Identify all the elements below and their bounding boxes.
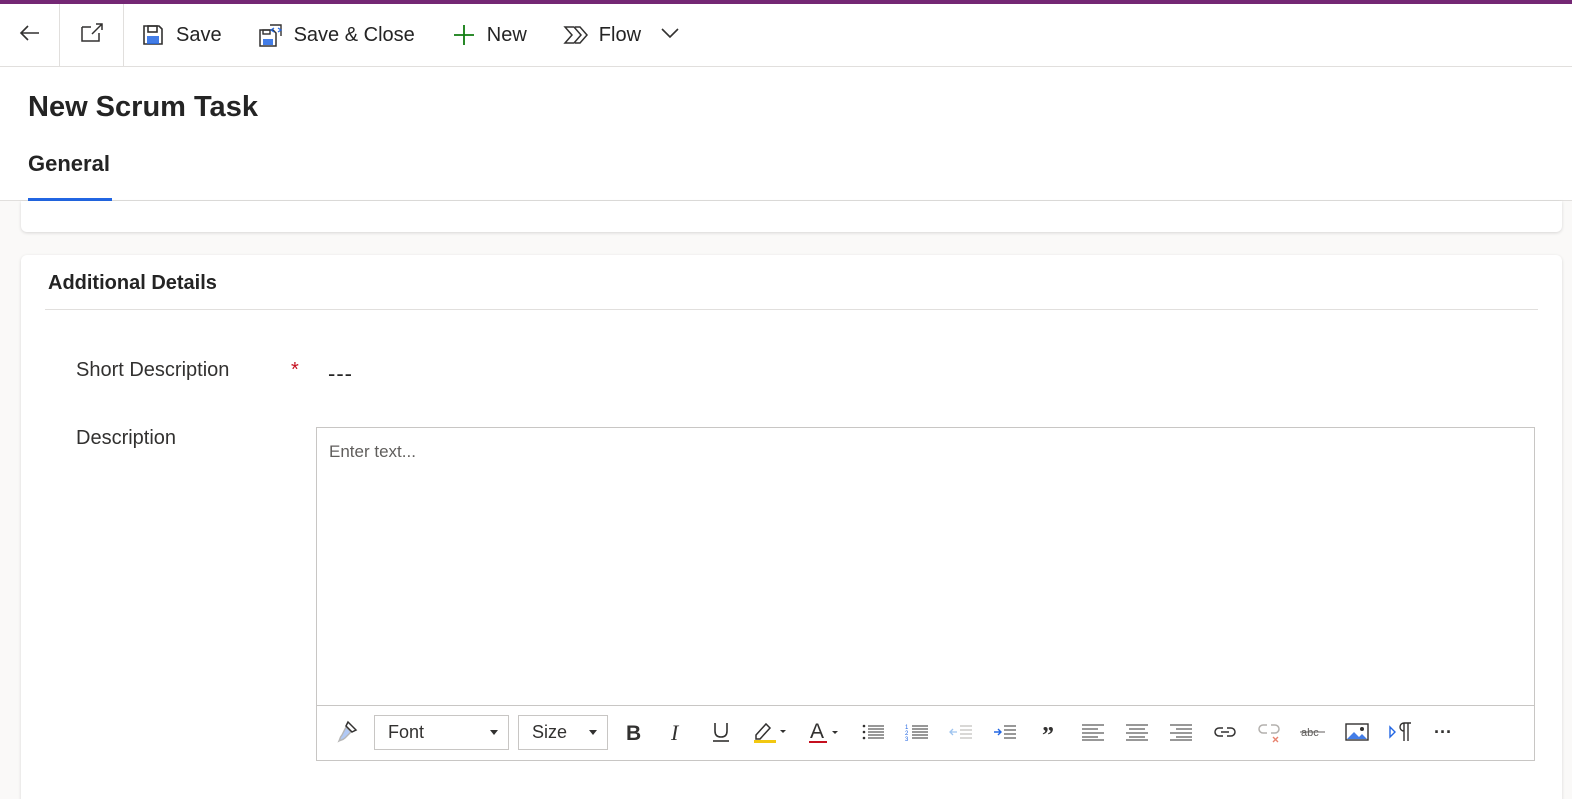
highlighter-icon [752, 720, 788, 744]
save-and-close-label: Save & Close [293, 23, 415, 46]
flow-label: Flow [598, 23, 642, 46]
numbered-list-button[interactable]: 123 [899, 714, 935, 750]
save-label: Save [176, 23, 222, 46]
strikethrough-button[interactable]: abc [1295, 714, 1331, 750]
svg-text:3: 3 [905, 737, 909, 742]
arrow-left-icon [18, 21, 42, 50]
short-description-label: Short Description [76, 359, 230, 381]
form-header: New Scrum Task General [0, 67, 1572, 201]
italic-icon: I [667, 721, 687, 743]
unlink-icon [1256, 720, 1282, 744]
chevron-down-icon [660, 26, 680, 44]
decrease-indent-button[interactable] [943, 714, 979, 750]
new-label: New [486, 23, 527, 46]
align-right-icon [1169, 722, 1193, 742]
align-center-icon [1125, 722, 1149, 742]
short-description-field[interactable]: --- [328, 361, 353, 387]
save-and-close-icon [258, 22, 284, 48]
numbered-list-icon: 123 [905, 722, 929, 742]
additional-details-section: Additional Details Short Description * -… [21, 255, 1562, 799]
bold-button[interactable]: B [615, 714, 651, 750]
svg-text:”: ” [1042, 723, 1054, 741]
page-title: New Scrum Task [28, 91, 258, 123]
strikethrough-icon: abc [1300, 725, 1326, 739]
tab-general[interactable]: General [28, 151, 110, 195]
command-bar: Save Save & Close New Flow [0, 4, 1572, 67]
save-icon [140, 22, 166, 48]
plus-icon [451, 22, 477, 48]
size-select-label: Size [532, 722, 568, 742]
save-and-close-button[interactable]: Save & Close [240, 4, 433, 66]
insert-image-button[interactable] [1339, 714, 1375, 750]
align-right-button[interactable] [1163, 714, 1199, 750]
image-icon [1345, 722, 1369, 742]
previous-section-card [21, 201, 1562, 232]
quote-icon: ” [1040, 723, 1058, 741]
flow-dropdown-button[interactable] [651, 4, 689, 66]
blockquote-button[interactable]: ” [1031, 714, 1067, 750]
text-direction-button[interactable] [1383, 714, 1419, 750]
format-painter-button[interactable] [329, 714, 365, 750]
size-select[interactable]: Size [518, 715, 608, 750]
font-color-button[interactable]: A [804, 714, 846, 750]
align-center-button[interactable] [1119, 714, 1155, 750]
caret-down-icon [589, 730, 597, 735]
description-label: Description [76, 427, 177, 449]
open-in-new-window-icon [79, 21, 105, 50]
required-indicator: * [291, 359, 299, 381]
bullet-list-icon [861, 722, 885, 742]
font-select-label: Font [388, 722, 425, 742]
increase-indent-button[interactable] [987, 714, 1023, 750]
align-left-button[interactable] [1075, 714, 1111, 750]
font-color-icon: A [807, 719, 843, 745]
bullet-list-button[interactable] [855, 714, 891, 750]
insert-link-button[interactable] [1207, 714, 1243, 750]
description-rich-text-editor: Enter text... Font Size B I A 1 2 3 ” ab… [316, 427, 1535, 761]
section-title: Additional Details [48, 272, 217, 294]
link-icon [1212, 723, 1238, 741]
caret-down-icon [490, 730, 498, 735]
open-in-new-window-button[interactable] [60, 4, 124, 66]
paragraph-direction-icon [1389, 721, 1413, 743]
increase-indent-icon [993, 722, 1017, 742]
section-divider [45, 309, 1538, 310]
highlight-color-button[interactable] [749, 714, 791, 750]
bold-icon: B [623, 721, 643, 743]
back-button[interactable] [0, 4, 60, 66]
underline-icon [710, 720, 732, 744]
paintbrush-icon [334, 719, 360, 745]
align-left-icon [1081, 722, 1105, 742]
svg-text:I: I [670, 721, 680, 743]
svg-text:abc: abc [1301, 727, 1319, 739]
more-options-label: ··· [1434, 721, 1452, 742]
description-input[interactable]: Enter text... [317, 428, 1534, 705]
svg-text:B: B [626, 722, 641, 743]
font-select[interactable]: Font [374, 715, 509, 750]
editor-toolbar: Font Size B I A 1 2 3 ” abc ··· [317, 705, 1534, 760]
remove-link-button[interactable] [1251, 714, 1287, 750]
underline-button[interactable] [703, 714, 739, 750]
more-options-button[interactable]: ··· [1425, 714, 1461, 750]
new-button[interactable]: New [433, 4, 545, 66]
flow-icon [563, 22, 589, 48]
flow-button[interactable]: Flow [545, 4, 659, 66]
svg-text:A: A [810, 720, 824, 743]
italic-button[interactable]: I [659, 714, 695, 750]
save-button[interactable]: Save [124, 4, 240, 66]
decrease-indent-icon [949, 722, 973, 742]
